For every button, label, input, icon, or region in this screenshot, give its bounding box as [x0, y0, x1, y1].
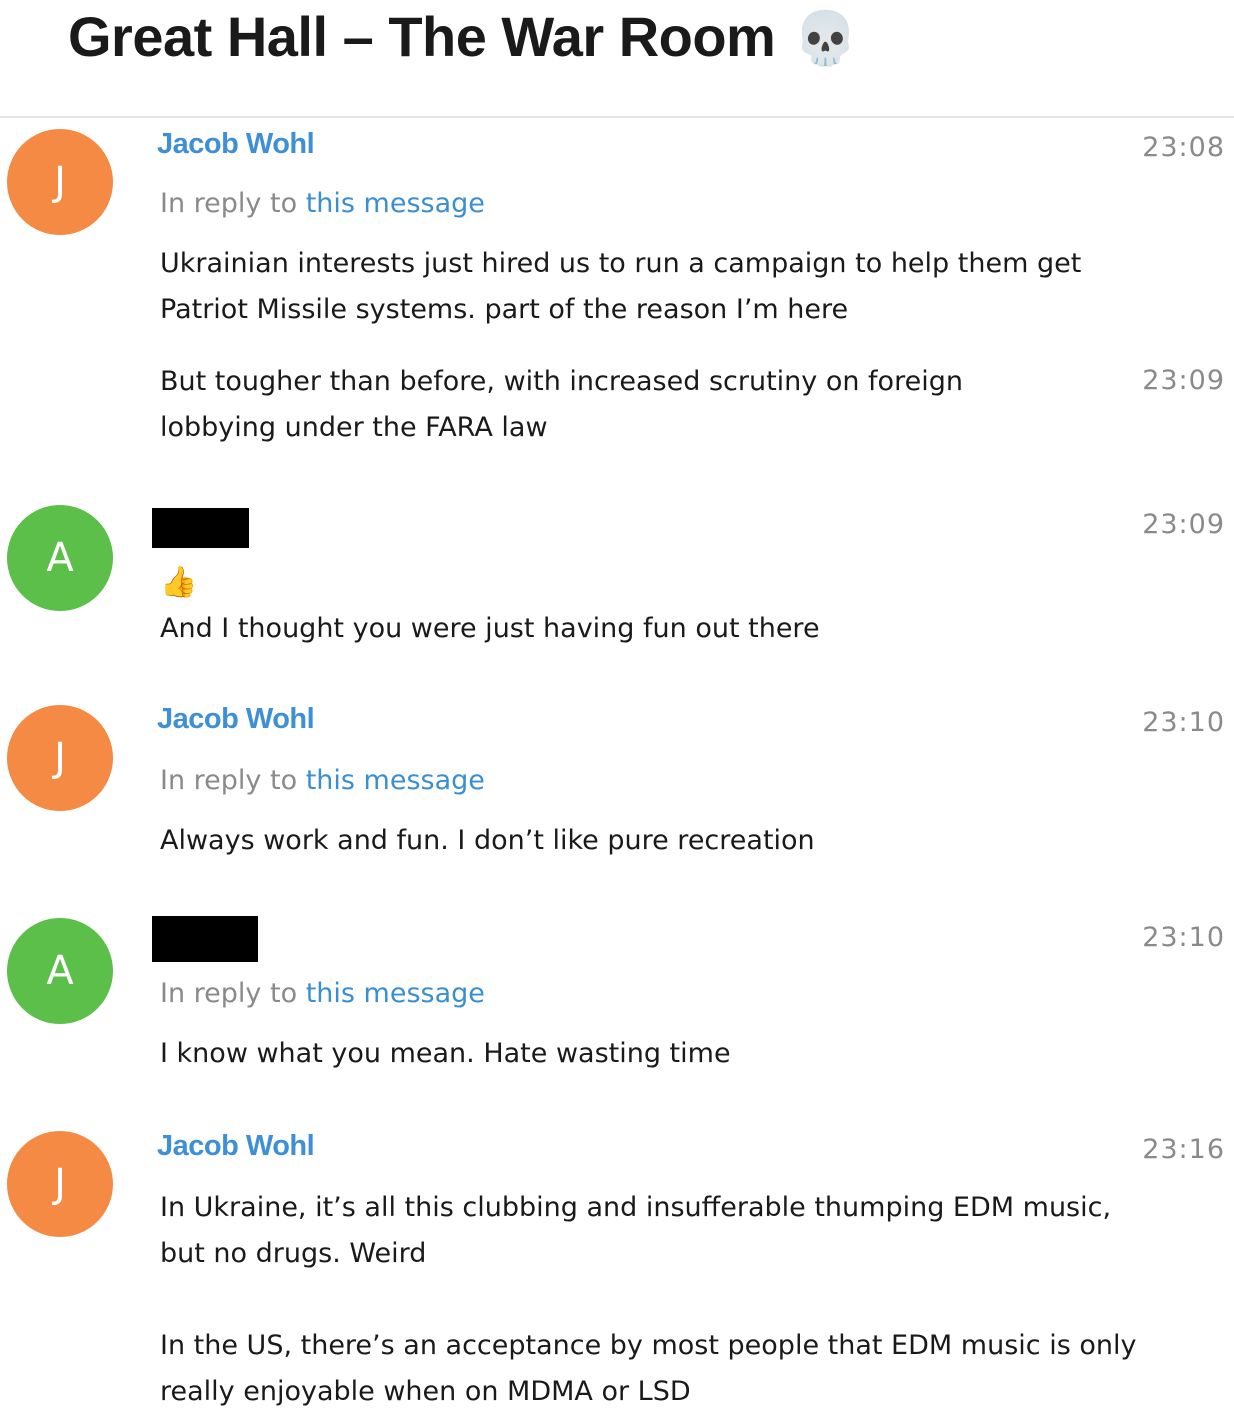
reply-reference: In reply to this message [160, 188, 485, 219]
chat-title-text: Great Hall – The War Room [68, 5, 776, 68]
avatar[interactable]: J [7, 1131, 113, 1237]
message-text: Ukrainian interests just hired us to run… [160, 241, 1081, 333]
message-line: Always work and fun. I don’t like pure r… [160, 825, 815, 856]
skull-icon: 💀 [793, 10, 858, 68]
message-line: I know what you mean. Hate wasting time [160, 1038, 731, 1069]
message-time: 23:16 [1142, 1134, 1225, 1165]
chat-title: Great Hall – The War Room 💀 [68, 2, 858, 74]
author-name[interactable]: Jacob Wohl [157, 1130, 315, 1163]
redacted-author [152, 508, 249, 548]
message-line: And I thought you were just having fun o… [160, 613, 820, 644]
reply-prefix: In reply to [160, 765, 298, 796]
author-name[interactable]: Jacob Wohl [157, 128, 315, 161]
redacted-author [152, 916, 258, 962]
message-line: lobbying under the FARA law [160, 412, 548, 443]
message-line: really enjoyable when on MDMA or LSD [160, 1376, 691, 1407]
message-text: In Ukraine, it’s all this clubbing and i… [160, 1185, 1136, 1415]
avatar[interactable]: J [7, 705, 113, 811]
message-text: I know what you mean. Hate wasting time [160, 1031, 731, 1077]
message-time: 23:10 [1142, 922, 1225, 953]
avatar[interactable]: A [7, 918, 113, 1024]
avatar[interactable]: A [7, 505, 113, 611]
avatar[interactable]: J [7, 129, 113, 235]
thumbs-up-icon: 👍 [160, 565, 198, 600]
message-text: But tougher than before, with increased … [160, 359, 963, 451]
reply-reference: In reply to this message [160, 765, 485, 796]
reply-prefix: In reply to [160, 978, 298, 1009]
message-text: And I thought you were just having fun o… [160, 606, 820, 652]
message-line: But tougher than before, with increased … [160, 366, 963, 397]
message-time: 23:09 [1142, 509, 1225, 540]
message-line: Patriot Missile systems. part of the rea… [160, 294, 849, 325]
message-line: but no drugs. Weird [160, 1238, 427, 1269]
chat-header: Great Hall – The War Room 💀 [0, 0, 1234, 118]
reply-link[interactable]: this message [306, 978, 485, 1009]
reply-link[interactable]: this message [306, 765, 485, 796]
message-line: Ukrainian interests just hired us to run… [160, 248, 1082, 279]
reply-link[interactable]: this message [306, 188, 485, 219]
reply-reference: In reply to this message [160, 978, 485, 1009]
message-line [160, 1277, 1136, 1323]
message-text: Always work and fun. I don’t like pure r… [160, 818, 815, 864]
message-time: 23:10 [1142, 707, 1225, 738]
message-time: 23:09 [1142, 365, 1225, 396]
message-line: In the US, there’s an acceptance by most… [160, 1330, 1137, 1361]
author-name[interactable]: Jacob Wohl [157, 703, 315, 736]
reply-prefix: In reply to [160, 188, 298, 219]
message-line: In Ukraine, it’s all this clubbing and i… [160, 1192, 1112, 1223]
message-time: 23:08 [1142, 132, 1225, 163]
